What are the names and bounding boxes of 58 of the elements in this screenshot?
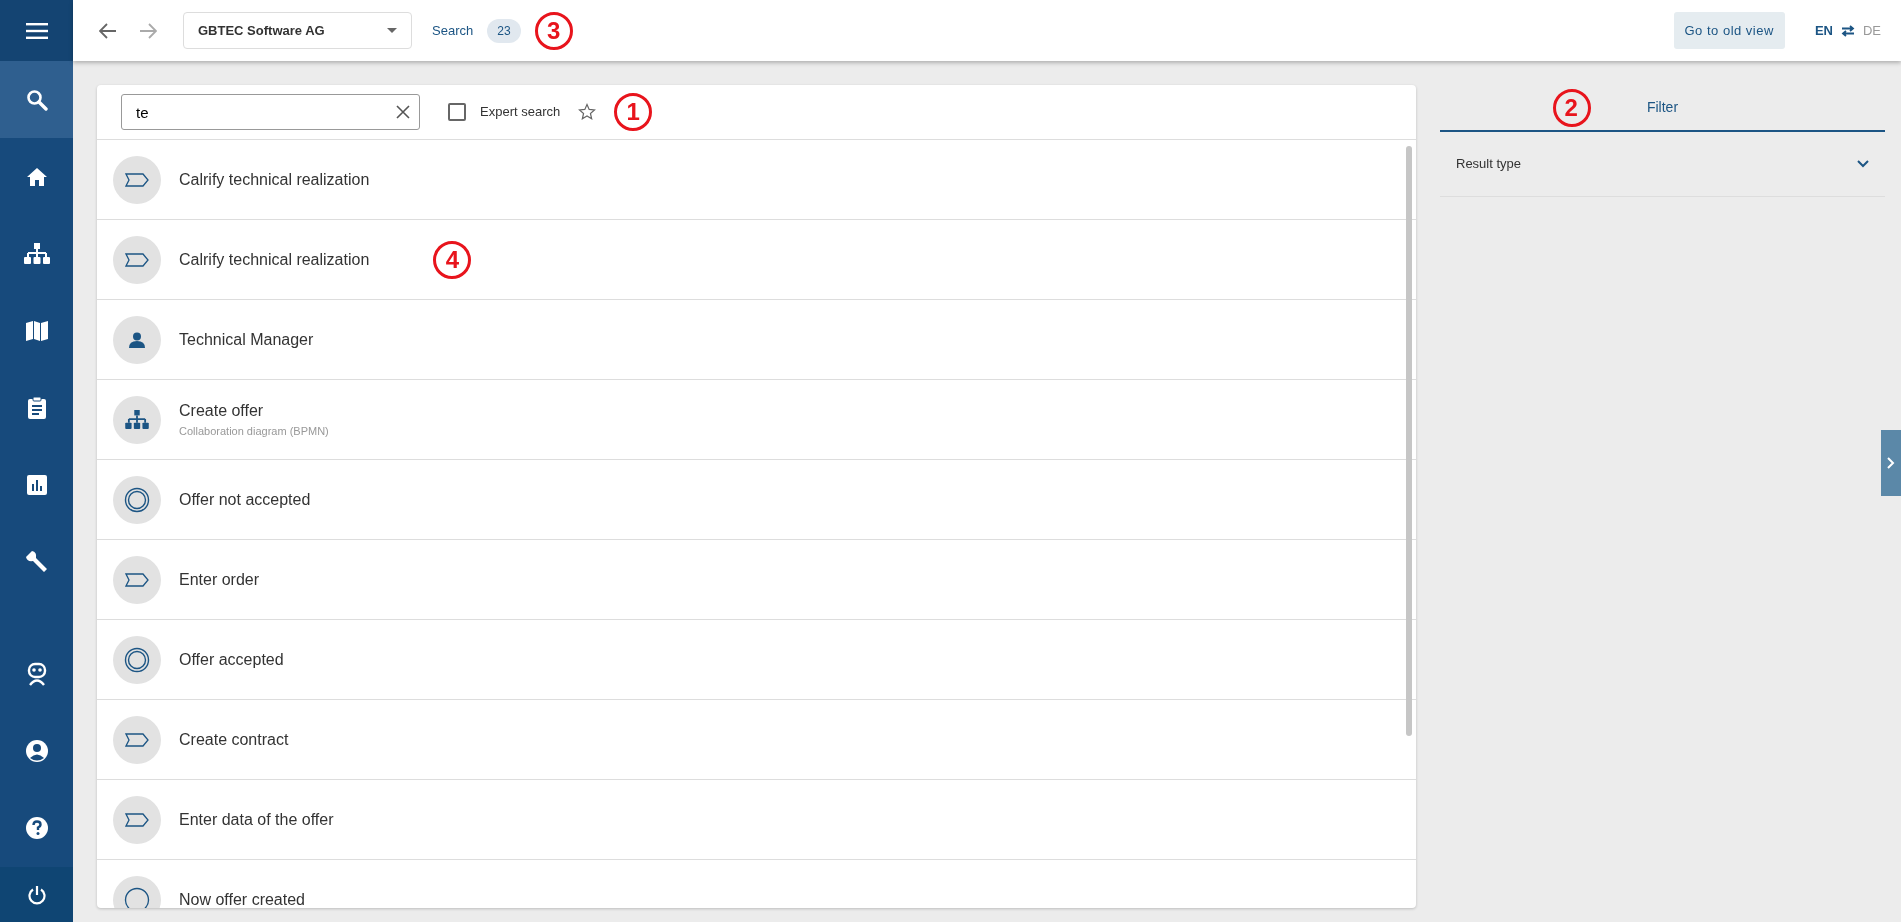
result-row[interactable]: Create contract	[97, 700, 1416, 780]
result-title: Create offer	[179, 401, 265, 422]
old-view-button[interactable]: Go to old view	[1673, 11, 1785, 50]
sitemap-icon	[125, 410, 149, 429]
result-title: Now offer created	[179, 889, 305, 908]
double-circle-icon	[124, 486, 150, 513]
checkbox-label: Expert search	[480, 103, 561, 122]
menu-icon	[25, 22, 48, 39]
tag-icon	[125, 812, 149, 827]
bar-chart-icon	[26, 474, 47, 495]
panel-toggle-button[interactable]	[1881, 430, 1901, 496]
result-title: Enter order	[179, 569, 260, 590]
close-icon[interactable]	[396, 105, 410, 119]
scrollbar[interactable]	[1406, 146, 1412, 736]
person-icon	[129, 331, 145, 348]
result-title: Calrify technical realization	[179, 169, 370, 190]
callout-marker: 4	[433, 240, 472, 279]
filter-tab[interactable]: Filter	[1646, 97, 1679, 118]
callout-marker: 3	[534, 11, 573, 50]
language-option[interactable]: EN	[1814, 20, 1833, 41]
filter-section[interactable]: Result type	[1440, 132, 1885, 197]
result-title: Enter data of the offer	[179, 809, 334, 830]
double-circle-icon	[124, 646, 150, 673]
count-badge: 23	[487, 18, 521, 43]
search-link[interactable]: Search	[432, 20, 474, 41]
home-icon	[25, 166, 48, 187]
star-icon[interactable]	[578, 103, 597, 121]
company-dropdown[interactable]: GBTEC Software AG	[183, 12, 412, 49]
help-icon	[24, 815, 49, 840]
account-icon	[24, 738, 49, 763]
result-row[interactable]: Enter data of the offer	[97, 780, 1416, 860]
book-icon	[24, 319, 49, 342]
result-subtitle: Collaboration diagram (BPMN)	[179, 424, 329, 440]
result-title: Offer accepted	[179, 649, 284, 670]
tag-icon	[125, 172, 149, 187]
result-title: Calrify technical realization	[179, 249, 370, 270]
callout-marker: 2	[1552, 88, 1591, 127]
sidebar-item[interactable]	[0, 0, 73, 61]
search-icon	[25, 88, 48, 111]
clipboard-icon	[26, 395, 47, 420]
tag-icon	[125, 572, 149, 587]
chevron-icon	[1887, 457, 1895, 469]
tag-icon	[125, 732, 149, 747]
checkbox[interactable]	[448, 103, 466, 121]
power-icon	[27, 884, 46, 905]
tag-icon	[125, 252, 149, 267]
callout-marker: 1	[614, 93, 653, 131]
section-label: Result type	[1456, 155, 1522, 174]
search-field[interactable]: te	[121, 94, 420, 130]
result-title: Create contract	[179, 729, 289, 750]
caret-icon	[387, 28, 397, 33]
sitemap-icon	[23, 243, 50, 264]
swap-icon	[1840, 24, 1855, 37]
result-row[interactable]: Now offer created	[97, 860, 1416, 908]
result-title: Offer not accepted	[179, 489, 311, 510]
sidebar-item[interactable]	[0, 61, 73, 138]
sidebar-item[interactable]	[0, 867, 73, 922]
result-title: Technical Manager	[179, 329, 314, 350]
